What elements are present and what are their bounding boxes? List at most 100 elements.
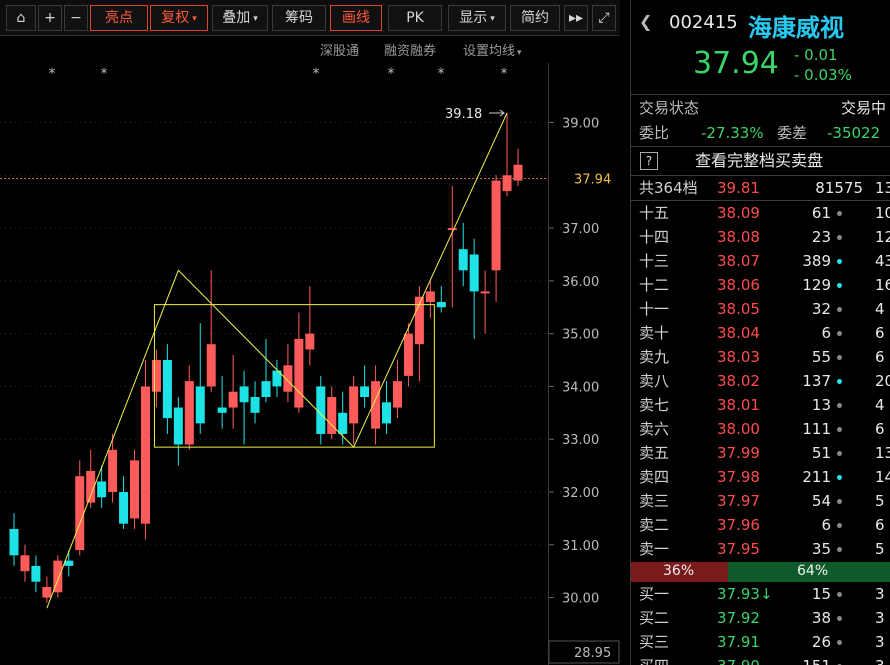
overlay-button[interactable]: 叠加 ▾ <box>212 5 268 31</box>
zoom-in-button[interactable]: + <box>38 5 62 31</box>
next-button[interactable]: ▸▸ <box>564 5 588 31</box>
chart-toolbar: ⌂ + − 亮点 复权 ▾ 叠加 ▾ 筹码 画线 PK 显示 ▾ 简约 ▸▸ ⤢ <box>0 0 620 36</box>
candle-body <box>382 402 392 424</box>
bid-row[interactable]: 买一 37.93↓ 15 3 <box>631 582 890 606</box>
event-marker-icon: * <box>501 66 508 82</box>
ask-extra: 14 <box>875 468 890 486</box>
candle-body <box>261 381 271 397</box>
ask-level-label: 卖十 <box>639 324 670 342</box>
change-dot-icon <box>837 283 842 288</box>
quote-panel: ❮ 002415 海康威视 37.94 - 0.01 - 0.03% 交易状态 … <box>630 0 890 665</box>
price-change: - 0.01 <box>794 46 838 64</box>
ask-volume: 35 <box>811 540 831 558</box>
bid-row[interactable]: 买三 37.91 26 3 <box>631 630 890 654</box>
ask-row[interactable]: 卖二 37.96 6 6 <box>631 513 890 537</box>
fullscreen-button[interactable]: ⤢ <box>592 5 616 31</box>
full-book-row[interactable]: ? 查看完整档买卖盘 <box>631 148 890 174</box>
order-ratio-row: 委比 -27.33% 委差 -35022 <box>631 121 890 145</box>
candle-body <box>42 587 52 598</box>
bid-ratio: 36% <box>663 563 695 579</box>
adjust-button[interactable]: 复权 ▾ <box>150 5 208 31</box>
candle-body <box>371 381 381 429</box>
ask-extra: 10 <box>875 204 890 222</box>
ask-row[interactable]: 卖七 38.01 13 4 <box>631 393 890 417</box>
ask-level-label: 卖九 <box>639 348 670 366</box>
chips-label: 筹码 <box>285 10 313 26</box>
chevron-down-icon: ▾ <box>517 48 522 58</box>
candle-body <box>338 412 348 434</box>
bid-row[interactable]: 买二 37.92 38 3 <box>631 606 890 630</box>
ma-settings-link[interactable]: 设置均线 ▾ <box>463 40 522 59</box>
bid-level-label: 买一 <box>639 585 670 603</box>
change-dot-icon <box>837 475 842 480</box>
candle-body <box>305 333 315 350</box>
candle-body <box>458 249 468 271</box>
ask-row[interactable]: 卖五37.995113 <box>631 441 890 465</box>
kline-chart[interactable]: 39.0038.0037.0036.0035.0034.0033.0032.00… <box>0 63 620 665</box>
candle-body <box>173 407 183 445</box>
ask-row[interactable]: 卖三 37.97 54 5 <box>631 489 890 513</box>
ask-row[interactable]: 卖六 38.00 111 6 <box>631 417 890 441</box>
bid-level-label: 买三 <box>639 633 670 651</box>
caret-down-icon: ▾ <box>192 14 197 24</box>
back-chevron-icon[interactable]: ❮ <box>639 12 652 31</box>
ask-row[interactable]: 十二38.0612916 <box>631 273 890 297</box>
candle-body <box>360 386 370 397</box>
ask-level-label: 卖七 <box>639 396 670 414</box>
change-dot-icon <box>837 547 842 552</box>
ask-row[interactable]: 十三38.0738943 <box>631 249 890 273</box>
stock-code: 002415 <box>669 12 738 33</box>
simple-button[interactable]: 简约 <box>510 5 560 31</box>
margin-link[interactable]: 融资融券 <box>384 40 436 59</box>
ask-extra: 5 <box>875 492 885 510</box>
ask-row[interactable]: 卖九 38.03 55 6 <box>631 345 890 369</box>
change-dot-icon <box>837 616 842 621</box>
ask-row[interactable]: 卖一 37.95 35 5 <box>631 537 890 561</box>
axis-separator <box>548 63 549 665</box>
ask-ratio: 64% <box>797 563 829 579</box>
ask-volume: 137 <box>802 372 831 390</box>
ask-row[interactable]: 十一 38.05 32 4 <box>631 297 890 321</box>
bid-extra: 3 <box>875 585 885 603</box>
candle-body <box>349 386 359 424</box>
kline-svg: 39.0038.0037.0036.0035.0034.0033.0032.00… <box>0 66 620 664</box>
bid-volume: 38 <box>811 609 831 627</box>
change-dot-icon <box>837 451 842 456</box>
ask-volume: 129 <box>802 276 831 294</box>
ask-volume: 389 <box>802 252 831 270</box>
ask-extra: 20 <box>875 372 890 390</box>
help-icon[interactable]: ? <box>640 152 658 170</box>
highlight-button[interactable]: 亮点 <box>90 5 148 31</box>
ask-row[interactable]: 卖四37.9821114 <box>631 465 890 489</box>
ask-volume: 211 <box>802 468 831 486</box>
ask-level-label: 卖五 <box>639 444 670 462</box>
candle-body <box>250 396 260 413</box>
ask-row[interactable]: 十四38.082312 <box>631 225 890 249</box>
ask-row[interactable]: 卖十 38.04 6 6 <box>631 321 890 345</box>
trade-status-row: 交易状态 交易中 <box>631 96 890 120</box>
chips-button[interactable]: 筹码 <box>272 5 326 31</box>
adjust-label: 复权 <box>161 10 190 26</box>
ask-extra: 43 <box>875 252 890 270</box>
wc-label: 委差 <box>777 124 808 142</box>
sgt-link[interactable]: 深股通 <box>320 40 359 59</box>
full-book-label[interactable]: 查看完整档买卖盘 <box>695 148 823 174</box>
draw-line-button[interactable]: 画线 <box>330 5 382 31</box>
bid-row[interactable]: 买四37.901513 <box>631 654 890 665</box>
caret-down-icon: ▾ <box>253 14 258 24</box>
ask-volume: 32 <box>811 300 831 318</box>
ask-level-label: 卖二 <box>639 516 670 534</box>
ask-row[interactable]: 卖八38.0213720 <box>631 369 890 393</box>
bid-volume: 151 <box>751 654 831 665</box>
ask-level-label: 卖四 <box>639 468 670 486</box>
highlight-label: 亮点 <box>105 10 133 26</box>
plus-icon: + <box>44 10 56 26</box>
candle-body <box>228 391 238 408</box>
divider <box>631 146 890 147</box>
display-button[interactable]: 显示 ▾ <box>448 5 506 31</box>
y-tick-label: 32.00 <box>562 486 599 501</box>
pk-button[interactable]: PK <box>388 5 442 31</box>
zoom-out-button[interactable]: − <box>64 5 88 31</box>
ask-row[interactable]: 十五38.096110 <box>631 201 890 225</box>
home-button[interactable]: ⌂ <box>6 5 36 31</box>
